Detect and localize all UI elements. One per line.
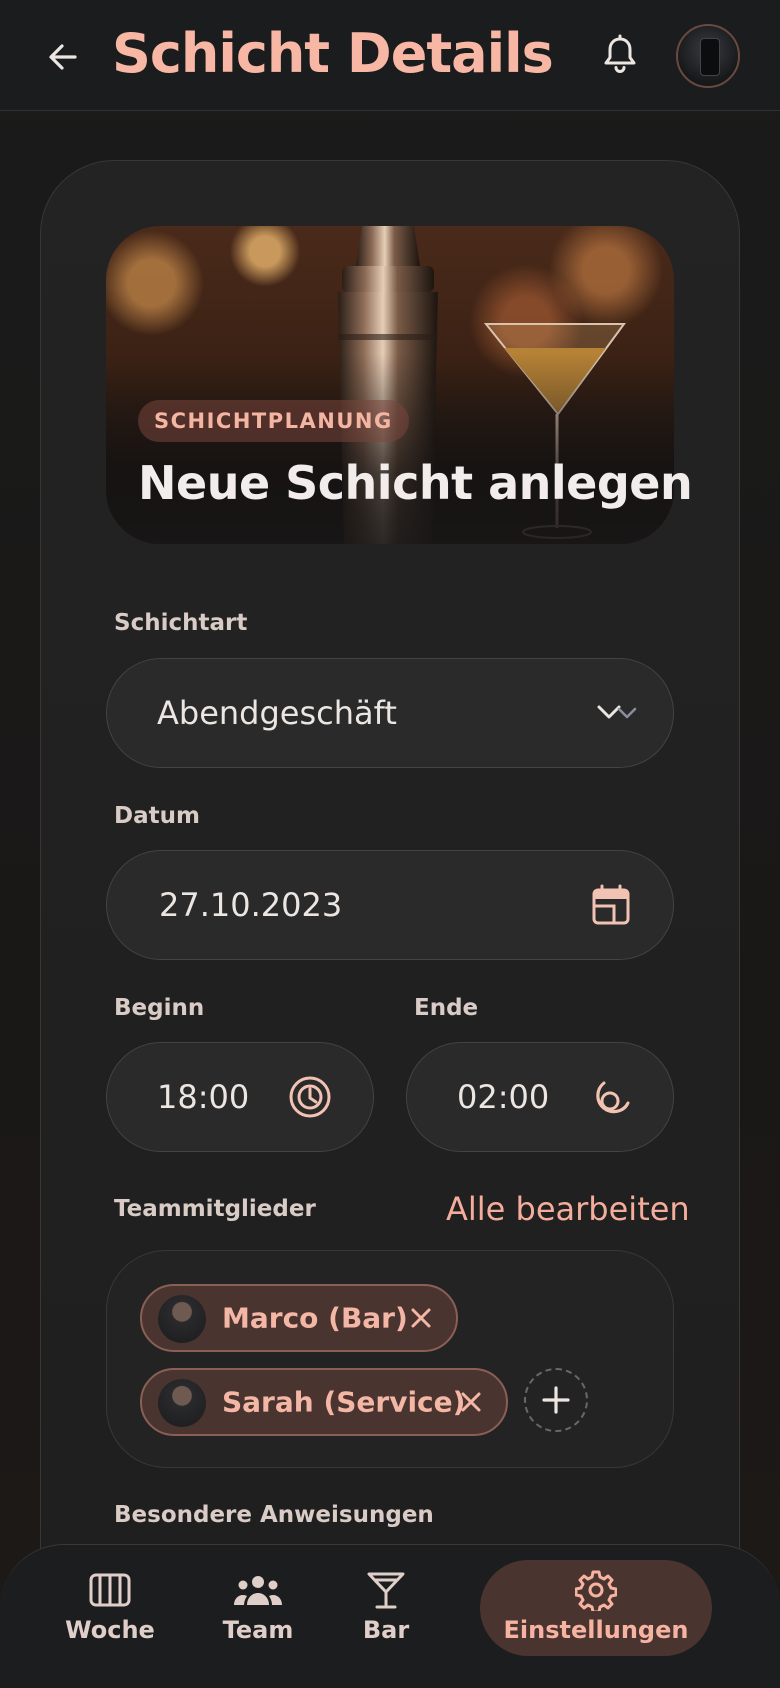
group-icon bbox=[233, 1570, 283, 1610]
moon-icon bbox=[587, 1074, 633, 1120]
nav-item-woche[interactable]: Woche bbox=[60, 1570, 160, 1650]
start-time-value: 18:00 bbox=[157, 1078, 250, 1116]
member-avatar bbox=[158, 1295, 206, 1343]
close-icon bbox=[461, 1392, 481, 1412]
shift-type-label: Schichtart bbox=[114, 610, 248, 636]
bell-icon bbox=[604, 34, 636, 73]
plus-icon bbox=[542, 1386, 570, 1414]
instructions-label: Besondere Anweisungen bbox=[114, 1502, 434, 1528]
member-chip: Marco (Bar) bbox=[140, 1284, 458, 1352]
date-field[interactable]: 27.10.2023 bbox=[106, 850, 674, 960]
start-label: Beginn bbox=[114, 995, 205, 1021]
clock-icon bbox=[287, 1074, 333, 1120]
app-header: Schicht Details bbox=[0, 0, 780, 111]
calendar-icon[interactable] bbox=[589, 883, 633, 927]
back-button[interactable] bbox=[38, 32, 88, 82]
avatar-image bbox=[700, 38, 720, 76]
hero-badge: SCHICHTPLANUNG bbox=[138, 400, 409, 442]
chevron-down-icon bbox=[595, 698, 643, 728]
nav-label: Einstellungen bbox=[503, 1616, 689, 1644]
nav-item-bar[interactable]: Bar bbox=[336, 1570, 436, 1650]
arrow-left-icon bbox=[49, 44, 77, 70]
hero-title: Neue Schicht anlegen bbox=[138, 456, 693, 510]
edit-all-link[interactable]: Alle bearbeiten bbox=[446, 1190, 690, 1228]
remove-member-button[interactable] bbox=[456, 1387, 486, 1417]
cocktail-glass-icon bbox=[366, 1570, 406, 1610]
date-value: 27.10.2023 bbox=[159, 886, 343, 924]
member-avatar bbox=[158, 1379, 206, 1427]
date-label: Datum bbox=[114, 803, 200, 829]
gear-icon bbox=[575, 1570, 617, 1611]
team-label: Teammitglieder bbox=[114, 1196, 316, 1222]
end-time-value: 02:00 bbox=[457, 1078, 550, 1116]
nav-label: Bar bbox=[362, 1616, 410, 1644]
nav-label: Woche bbox=[65, 1616, 155, 1644]
member-name: Sarah (Service) bbox=[222, 1385, 466, 1419]
close-icon bbox=[411, 1308, 431, 1328]
member-chip: Sarah (Service) bbox=[140, 1368, 508, 1436]
remove-member-button[interactable] bbox=[406, 1303, 436, 1333]
nav-item-team[interactable]: Team bbox=[208, 1570, 308, 1650]
notifications-button[interactable] bbox=[596, 30, 644, 80]
shift-type-value: Abendgeschäft bbox=[157, 694, 397, 732]
shift-type-select[interactable]: Abendgeschäft bbox=[106, 658, 674, 768]
start-time-field[interactable]: 18:00 bbox=[106, 1042, 374, 1152]
page-title: Schicht Details bbox=[112, 22, 554, 85]
end-label: Ende bbox=[414, 995, 479, 1021]
end-time-field[interactable]: 02:00 bbox=[406, 1042, 674, 1152]
nav-label: Team bbox=[222, 1616, 294, 1644]
nav-item-einstellungen[interactable]: Einstellungen bbox=[496, 1570, 696, 1650]
member-name: Marco (Bar) bbox=[222, 1301, 408, 1335]
calendar-week-icon bbox=[89, 1570, 131, 1610]
user-avatar[interactable] bbox=[676, 24, 740, 88]
add-member-button[interactable] bbox=[524, 1368, 588, 1432]
